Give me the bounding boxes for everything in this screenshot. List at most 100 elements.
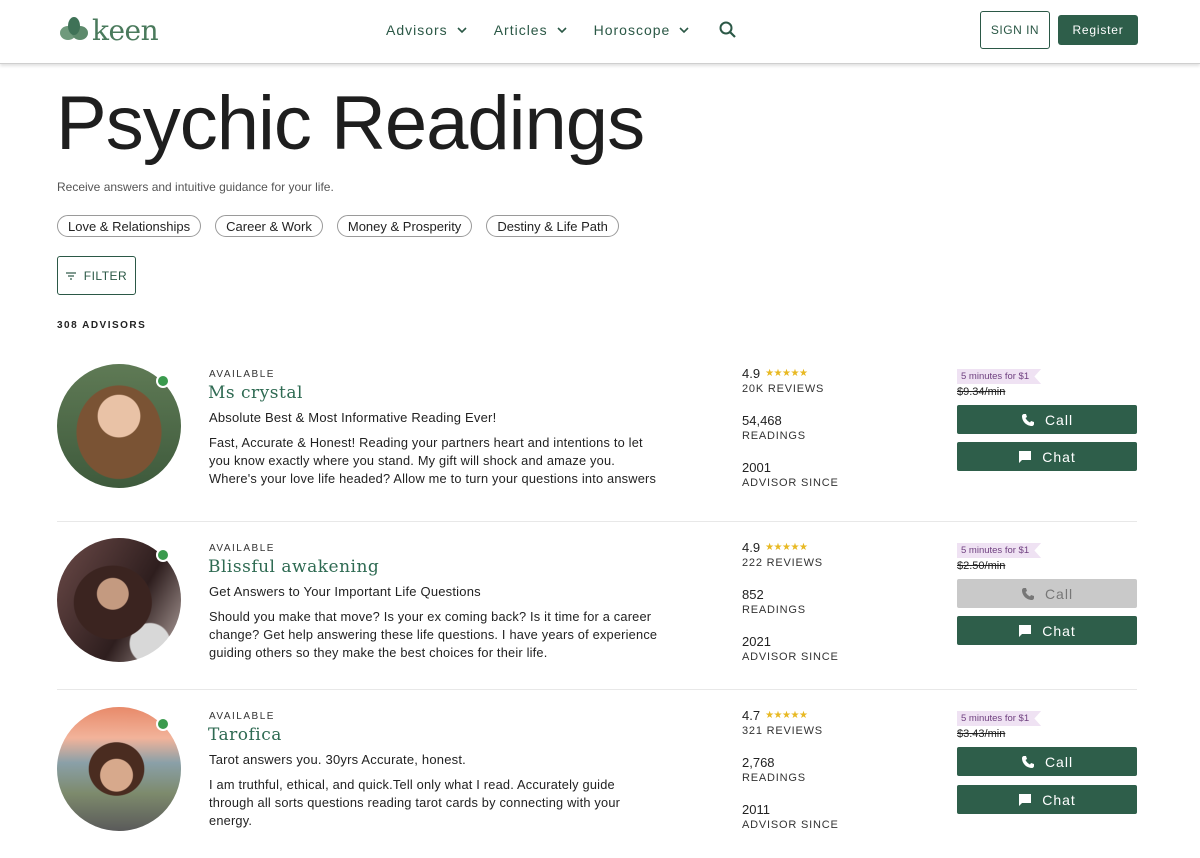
advisor-tagline: Tarot answers you. 30yrs Accurate, hones… [209, 752, 466, 767]
availability-status: AVAILABLE [209, 711, 275, 722]
chat-label: Chat [1042, 622, 1076, 639]
advisor-count: 308 ADVISORS [57, 320, 147, 331]
advisor-since-year: 2021 [742, 634, 771, 649]
rating-value: 4.9 [742, 540, 761, 555]
advisor-stats: 4.9 ★★★★★ 20K REVIEWS 54,468 READINGS 20… [742, 366, 902, 489]
online-status-indicator [156, 717, 170, 731]
star-rating-icon: ★★★★★ [765, 542, 808, 553]
advisor-since-year: 2001 [742, 460, 771, 475]
readings-count: 54,468 [742, 413, 782, 428]
review-count[interactable]: 321 REVIEWS [742, 725, 902, 737]
advisor-since-year: 2011 [742, 802, 770, 817]
filter-button[interactable]: FILTER [57, 256, 136, 295]
call-button-disabled: Call [957, 579, 1137, 608]
chat-bubble-icon [1019, 793, 1032, 806]
phone-icon [1021, 755, 1034, 768]
rating-value: 4.9 [742, 366, 761, 381]
review-count[interactable]: 20K REVIEWS [742, 383, 902, 395]
search-icon[interactable] [718, 20, 738, 40]
chip-love-relationships[interactable]: Love & Relationships [57, 215, 202, 237]
logo-text: keen [92, 13, 159, 47]
advisor-description: Should you make that move? Is your ex co… [209, 609, 658, 660]
chat-button[interactable]: Chat [957, 442, 1137, 471]
phone-icon [1021, 587, 1034, 600]
rating: 4.9 ★★★★★ [742, 540, 902, 555]
readings-count: 2,768 [742, 755, 775, 770]
promo-badge: 5 minutes for $1 [957, 543, 1042, 558]
promo-badge: 5 minutes for $1 [957, 369, 1042, 384]
nav-advisors[interactable]: Advisors [386, 22, 468, 38]
readings-label: READINGS [742, 604, 806, 616]
readings-label: READINGS [742, 772, 806, 784]
nav-articles[interactable]: Articles [494, 22, 568, 38]
advisor-stats: 4.7 ★★★★★ 321 REVIEWS 2,768 READINGS 201… [742, 708, 902, 831]
advisor-tagline: Absolute Best & Most Informative Reading… [209, 410, 497, 425]
advisor-since-label: ADVISOR SINCE [742, 651, 839, 663]
site-header: keen Advisors Articles Horoscope SIGN IN… [0, 0, 1200, 64]
chevron-down-icon [679, 27, 689, 34]
chat-button[interactable]: Chat [957, 616, 1137, 645]
register-button[interactable]: Register [1058, 15, 1138, 45]
advisor-name[interactable]: Ms crystal [208, 383, 303, 403]
nav-articles-label: Articles [493, 22, 548, 38]
filter-icon [65, 271, 76, 280]
advisor-tagline: Get Answers to Your Important Life Quest… [209, 584, 481, 599]
chevron-down-icon [457, 27, 467, 34]
star-rating-icon: ★★★★★ [765, 368, 808, 379]
chevron-down-icon [557, 27, 567, 34]
online-status-indicator [156, 374, 170, 388]
sign-in-button[interactable]: SIGN IN [980, 11, 1050, 49]
chat-bubble-icon [1019, 450, 1032, 463]
rating: 4.9 ★★★★★ [742, 366, 902, 381]
chip-career-work[interactable]: Career & Work [215, 215, 323, 237]
advisor-description: I am truthful, ethical, and quick.Tell o… [209, 777, 621, 828]
main-nav: Advisors Articles Horoscope [386, 20, 738, 40]
chat-bubble-icon [1019, 624, 1032, 637]
chat-button[interactable]: Chat [957, 785, 1137, 814]
readings-count: 852 [742, 587, 764, 602]
promo-badge: 5 minutes for $1 [957, 711, 1042, 726]
advisor-since-label: ADVISOR SINCE [742, 477, 839, 489]
filter-label: FILTER [83, 268, 128, 283]
advisor-card[interactable]: AVAILABLE Ms crystal Absolute Best & Mos… [57, 362, 1137, 522]
advisor-card[interactable]: AVAILABLE Tarofica Tarot answers you. 30… [57, 705, 1137, 855]
availability-status: AVAILABLE [209, 369, 275, 380]
lotus-logo-icon [60, 17, 88, 40]
page-title: Psychic Readings [56, 81, 645, 166]
review-count[interactable]: 222 REVIEWS [742, 557, 902, 569]
advisor-stats: 4.9 ★★★★★ 222 REVIEWS 852 READINGS 2021 … [742, 540, 902, 663]
call-label: Call [1044, 753, 1074, 770]
advisor-name[interactable]: Blissful awakening [208, 557, 379, 577]
rating: 4.7 ★★★★★ [742, 708, 902, 723]
call-label: Call [1044, 585, 1074, 602]
chat-label: Chat [1042, 448, 1076, 465]
price-per-minute: $9.34/min [957, 386, 1006, 398]
price-per-minute: $2.50/min [957, 560, 1006, 572]
chip-money-prosperity[interactable]: Money & Prosperity [336, 215, 473, 237]
row-divider [57, 689, 1137, 690]
category-chips: Love & Relationships Career & Work Money… [57, 215, 633, 237]
call-button[interactable]: Call [957, 405, 1137, 434]
phone-icon [1021, 413, 1034, 426]
advisor-name[interactable]: Tarofica [208, 725, 282, 745]
keen-logo[interactable]: keen [58, 13, 159, 47]
online-status-indicator [156, 548, 170, 562]
star-rating-icon: ★★★★★ [765, 710, 808, 721]
price-offer: 5 minutes for $1 $9.34/min [957, 366, 1042, 398]
call-button[interactable]: Call [957, 747, 1137, 776]
page-subtitle: Receive answers and intuitive guidance f… [57, 180, 334, 194]
advisor-since-label: ADVISOR SINCE [742, 819, 839, 831]
call-label: Call [1044, 411, 1074, 428]
nav-advisors-label: Advisors [386, 22, 448, 38]
nav-horoscope[interactable]: Horoscope [594, 22, 691, 38]
chip-destiny-life-path[interactable]: Destiny & Life Path [486, 215, 619, 237]
row-divider [57, 521, 1137, 522]
nav-horoscope-label: Horoscope [593, 22, 671, 38]
price-offer: 5 minutes for $1 $2.50/min [957, 540, 1042, 572]
price-offer: 5 minutes for $1 $3.43/min [957, 708, 1042, 740]
chat-label: Chat [1042, 791, 1076, 808]
readings-label: READINGS [742, 430, 806, 442]
price-per-minute: $3.43/min [957, 728, 1006, 740]
rating-value: 4.7 [742, 708, 761, 723]
advisor-card[interactable]: AVAILABLE Blissful awakening Get Answers… [57, 536, 1137, 690]
